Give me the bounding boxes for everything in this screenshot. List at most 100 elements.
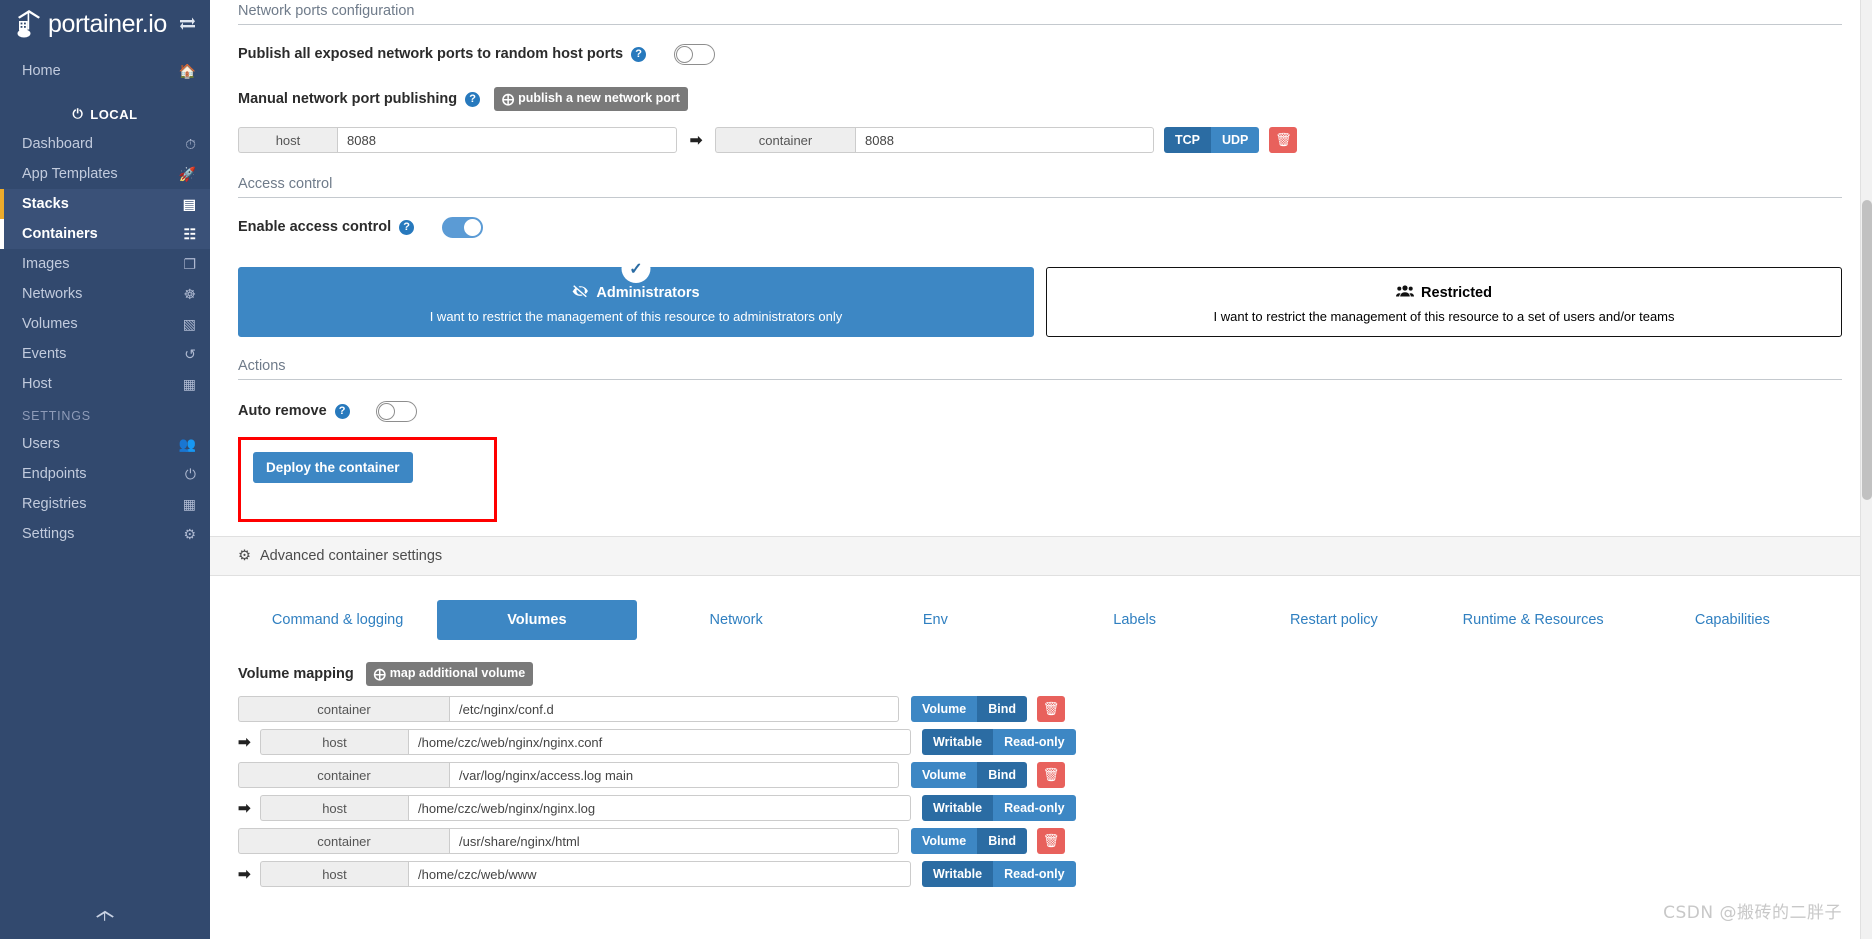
volume-type-bind-button[interactable]: Bind bbox=[977, 696, 1028, 722]
delete-volume-button[interactable]: 🗑 bbox=[1037, 828, 1066, 854]
volume-container-input-group: container /var/log/nginx/access.log main bbox=[238, 762, 899, 788]
sidebar-item-dashboard[interactable]: Dashboard ⏱ bbox=[0, 129, 210, 159]
volume-host-path-input[interactable]: /home/czc/web/nginx/nginx.conf bbox=[408, 729, 911, 755]
vertical-scrollbar[interactable] bbox=[1860, 0, 1872, 939]
volume-type-toggle-group: Volume Bind bbox=[911, 762, 1028, 788]
manual-publish-row: Manual network port publishing ? ⨁ publi… bbox=[238, 84, 1842, 114]
sidebar-item-host[interactable]: Host ▦ bbox=[0, 369, 210, 399]
volume-perm-readonly-button[interactable]: Read-only bbox=[993, 861, 1076, 887]
trash-icon: 🗑 bbox=[1042, 833, 1060, 848]
volume-perm-writable-button[interactable]: Writable bbox=[922, 729, 994, 755]
toggle-knob bbox=[676, 45, 694, 63]
volume-container-addon: container bbox=[238, 762, 449, 788]
auto-remove-toggle[interactable] bbox=[375, 400, 417, 422]
volume-perm-readonly-button[interactable]: Read-only bbox=[993, 795, 1076, 821]
protocol-tcp-button[interactable]: TCP bbox=[1164, 127, 1211, 153]
events-icon: ↺ bbox=[184, 346, 196, 362]
access-control-cards: ✓ Administrators I want to restrict the … bbox=[238, 255, 1842, 337]
add-volume-label: map additional volume bbox=[389, 666, 526, 681]
sidebar-item-registries[interactable]: Registries ▦ bbox=[0, 489, 210, 519]
sidebar-item-volumes[interactable]: Volumes ▧ bbox=[0, 309, 210, 339]
volume-arrow-icon: ➡ bbox=[238, 866, 251, 883]
trash-icon: 🗑 bbox=[1275, 132, 1292, 147]
volume-container-path-input[interactable]: /etc/nginx/conf.d bbox=[449, 696, 899, 722]
tab-runtime-resources[interactable]: Runtime & Resources bbox=[1434, 600, 1633, 640]
tab-labels[interactable]: Labels bbox=[1035, 600, 1234, 640]
container-port-input[interactable]: 8088 bbox=[855, 127, 1154, 153]
tab-restart-policy[interactable]: Restart policy bbox=[1234, 600, 1433, 640]
access-card-title: Administrators bbox=[596, 285, 700, 301]
volume-container-path-input[interactable]: /usr/share/nginx/html bbox=[449, 828, 899, 854]
help-icon[interactable]: ? bbox=[334, 403, 350, 419]
host-port-input[interactable]: 8088 bbox=[337, 127, 677, 153]
sidebar-item-images[interactable]: Images ❐ bbox=[0, 249, 210, 279]
deploy-highlight-box: Deploy the container bbox=[238, 437, 497, 522]
network-ports-title: Network ports configuration bbox=[238, 0, 1842, 25]
enable-access-control-toggle[interactable] bbox=[442, 216, 484, 238]
delete-volume-button[interactable]: 🗑 bbox=[1037, 762, 1066, 788]
volume-row-host: ➡ host /home/czc/web/nginx/nginx.log Wri… bbox=[238, 795, 1842, 821]
help-icon[interactable]: ? bbox=[465, 91, 481, 107]
deploy-container-button[interactable]: Deploy the container bbox=[253, 452, 413, 483]
access-card-title-row: Restricted bbox=[1057, 284, 1831, 302]
help-icon[interactable]: ? bbox=[399, 219, 415, 235]
volume-perm-writable-button[interactable]: Writable bbox=[922, 861, 994, 887]
scrollbar-thumb[interactable] bbox=[1862, 200, 1872, 500]
main-area: Network ports configuration Publish all … bbox=[210, 0, 1872, 939]
plus-circle-icon: ⨁ bbox=[502, 91, 515, 106]
dashboard-icon: ⏱ bbox=[185, 136, 196, 152]
access-card-restricted[interactable]: Restricted I want to restrict the manage… bbox=[1046, 267, 1842, 337]
access-card-desc: I want to restrict the management of thi… bbox=[429, 309, 843, 324]
sidebar-item-label: Events bbox=[22, 346, 67, 362]
sidebar: portainer.io Home 🏠 ⏻ LOCAL Dashboard ⏱ … bbox=[0, 0, 210, 939]
volume-type-volume-button[interactable]: Volume bbox=[911, 696, 978, 722]
sidebar-item-home[interactable]: Home 🏠 bbox=[0, 56, 210, 86]
access-card-administrators[interactable]: ✓ Administrators I want to restrict the … bbox=[238, 255, 1034, 337]
sidebar-item-users[interactable]: Users 👥 bbox=[0, 429, 210, 459]
volume-type-volume-button[interactable]: Volume bbox=[911, 828, 978, 854]
delete-port-button[interactable]: 🗑 bbox=[1269, 127, 1298, 153]
volume-type-volume-button[interactable]: Volume bbox=[911, 762, 978, 788]
delete-volume-button[interactable]: 🗑 bbox=[1037, 696, 1066, 722]
gears-icon: ⚙ bbox=[183, 526, 196, 542]
sidebar-logo[interactable]: portainer.io bbox=[0, 0, 210, 48]
actions-section: Actions Auto remove ? Deploy the contain… bbox=[210, 355, 1860, 522]
volume-perm-writable-button[interactable]: Writable bbox=[922, 795, 994, 821]
endpoint-badge-label: LOCAL bbox=[90, 106, 138, 122]
help-icon[interactable]: ? bbox=[631, 46, 647, 62]
sidebar-item-label: App Templates bbox=[22, 166, 118, 182]
volume-type-bind-button[interactable]: Bind bbox=[977, 762, 1028, 788]
volume-perm-toggle-group: Writable Read-only bbox=[922, 729, 1076, 755]
volume-host-path-input[interactable]: /home/czc/web/www bbox=[408, 861, 911, 887]
volume-arrow-icon: ➡ bbox=[238, 800, 251, 817]
tab-network[interactable]: Network bbox=[637, 600, 836, 640]
publish-all-toggle[interactable] bbox=[674, 43, 716, 65]
sidebar-section-settings: SETTINGS bbox=[22, 409, 91, 423]
tab-env[interactable]: Env bbox=[836, 600, 1035, 640]
tab-command-logging[interactable]: Command & logging bbox=[238, 600, 437, 640]
sidebar-item-events[interactable]: Events ↺ bbox=[0, 339, 210, 369]
add-volume-button[interactable]: ⨁ map additional volume bbox=[365, 662, 534, 686]
volume-type-bind-button[interactable]: Bind bbox=[977, 828, 1028, 854]
sidebar-toggle-icon[interactable] bbox=[179, 16, 196, 33]
advanced-settings-bar[interactable]: ⚙ Advanced container settings bbox=[210, 536, 1860, 576]
tab-volumes[interactable]: Volumes bbox=[437, 600, 637, 640]
advanced-tabs: Command & logging Volumes Network Env La… bbox=[210, 576, 1860, 640]
sidebar-item-label: Settings bbox=[22, 526, 75, 542]
sidebar-item-networks[interactable]: Networks ☸ bbox=[0, 279, 210, 309]
tab-capabilities[interactable]: Capabilities bbox=[1633, 600, 1832, 640]
volume-perm-readonly-button[interactable]: Read-only bbox=[993, 729, 1076, 755]
host-port-addon: host bbox=[238, 127, 337, 153]
volume-host-path-input[interactable]: /home/czc/web/nginx/nginx.log bbox=[408, 795, 911, 821]
sidebar-item-settings[interactable]: Settings ⚙ bbox=[0, 519, 210, 549]
sidebar-item-app-templates[interactable]: App Templates 🚀 bbox=[0, 159, 210, 189]
protocol-udp-button[interactable]: UDP bbox=[1211, 127, 1260, 153]
sidebar-item-label: Host bbox=[22, 376, 52, 392]
add-network-port-button[interactable]: ⨁ publish a new network port bbox=[494, 87, 688, 111]
volume-container-path-input[interactable]: /var/log/nginx/access.log main bbox=[449, 762, 899, 788]
sidebar-item-stacks[interactable]: Stacks ▤ bbox=[0, 189, 210, 219]
host-icon: ▦ bbox=[182, 376, 196, 392]
sidebar-item-containers[interactable]: Containers ☷ bbox=[0, 219, 210, 249]
access-card-title: Restricted bbox=[1421, 285, 1492, 301]
sidebar-item-endpoints[interactable]: Endpoints ⏻ bbox=[0, 459, 210, 489]
